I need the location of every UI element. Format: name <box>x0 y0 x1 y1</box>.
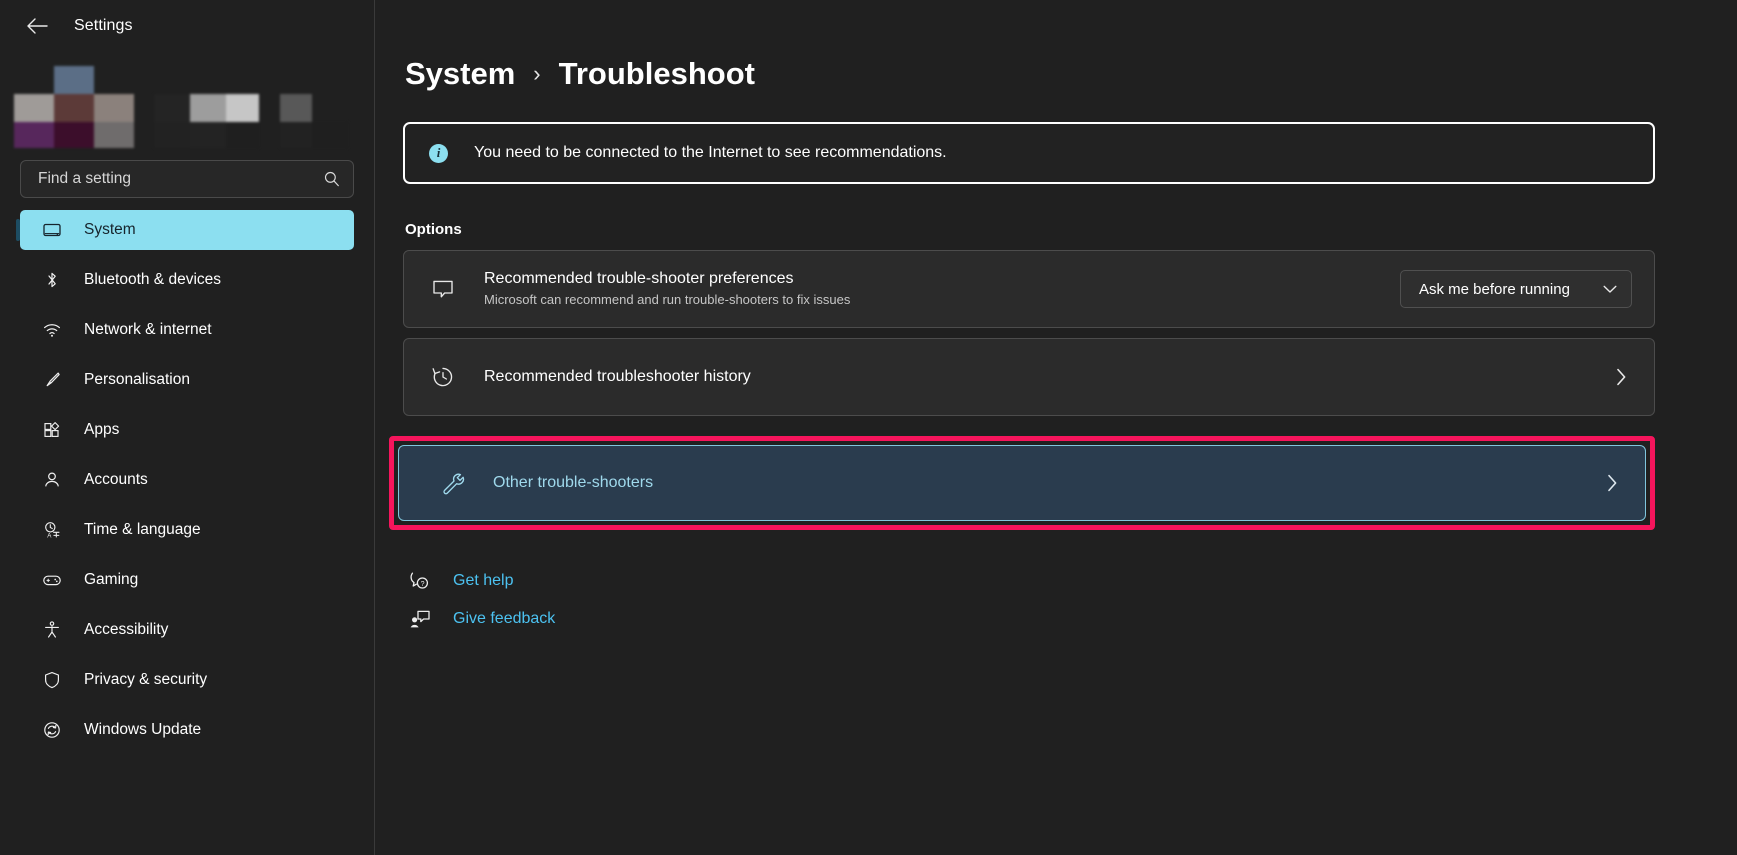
option-subtitle: Microsoft can recommend and run trouble-… <box>484 292 851 308</box>
blurred-account-text <box>280 66 390 148</box>
back-button[interactable] <box>20 9 54 43</box>
sidebar-item-privacy-security[interactable]: Privacy & security <box>20 660 354 700</box>
option-title: Recommended troubleshooter history <box>484 368 751 386</box>
blurred-avatar-pixels <box>14 66 274 148</box>
sidebar-item-label: Gaming <box>84 571 139 588</box>
gamepad-icon <box>42 570 62 590</box>
bluetooth-icon <box>42 270 62 290</box>
option-title: Other trouble-shooters <box>493 474 654 492</box>
breadcrumb-parent[interactable]: System <box>405 56 515 92</box>
option-text-block: Other trouble-shooters <box>493 472 1601 494</box>
sidebar-item-windows-update[interactable]: Windows Update <box>20 710 354 750</box>
sidebar-item-accessibility[interactable]: Accessibility <box>20 610 354 650</box>
sidebar: Settings Find a setting System Bluetooth… <box>0 0 375 855</box>
main-content: System › Troubleshoot i You need to be c… <box>375 0 1737 855</box>
sidebar-item-network-internet[interactable]: Network & internet <box>20 310 354 350</box>
highlight-annotation-box: Other trouble-shooters <box>389 436 1655 530</box>
shield-icon <box>42 670 62 690</box>
sidebar-item-system[interactable]: System <box>16 210 354 250</box>
help-bubble-icon: ? <box>409 570 431 592</box>
sidebar-item-label: Network & internet <box>84 321 212 338</box>
breadcrumb: System › Troubleshoot <box>403 56 1737 92</box>
selection-indicator <box>16 219 20 241</box>
back-arrow-icon <box>27 18 48 34</box>
sidebar-item-gaming[interactable]: Gaming <box>20 560 354 600</box>
chevron-right-icon <box>1601 474 1623 492</box>
wrench-icon <box>439 470 465 496</box>
help-links: ? Get help Give feedback <box>403 562 1655 638</box>
wifi-icon <box>42 320 62 340</box>
option-title: Recommended trouble-shooter preferences <box>484 269 794 287</box>
sidebar-item-accounts[interactable]: Accounts <box>20 460 354 500</box>
sidebar-item-label: Time & language <box>84 521 201 538</box>
page-title: Troubleshoot <box>558 56 755 91</box>
sidebar-item-label: Accessibility <box>84 621 169 638</box>
svg-text:?: ? <box>421 581 425 588</box>
search-box[interactable] <box>20 160 354 198</box>
option-row-recommended-preferences[interactable]: Recommended trouble-shooter preferences … <box>403 250 1655 328</box>
sidebar-item-label: Personalisation <box>84 371 190 388</box>
sidebar-item-bluetooth-devices[interactable]: Bluetooth & devices <box>20 260 354 300</box>
account-tile-blurred <box>0 58 374 150</box>
breadcrumb-separator-icon: › <box>533 61 541 86</box>
feedback-icon <box>409 608 431 630</box>
link-label: Get help <box>453 572 514 589</box>
option-row-troubleshooter-history[interactable]: Recommended troubleshooter history <box>403 338 1655 416</box>
clock-language-icon: A <box>42 520 62 540</box>
sidebar-item-label: Windows Update <box>84 721 202 738</box>
sidebar-item-label: Apps <box>84 421 120 438</box>
chat-bubble-icon <box>430 276 456 302</box>
search-icon[interactable] <box>323 170 341 188</box>
link-label: Give feedback <box>453 610 556 627</box>
recommended-preferences-dropdown[interactable]: Ask me before running <box>1400 270 1632 308</box>
info-banner-text: You need to be connected to the Internet… <box>474 144 947 161</box>
sidebar-item-personalisation[interactable]: Personalisation <box>20 360 354 400</box>
sidebar-item-label: Bluetooth & devices <box>84 271 222 288</box>
search-container <box>20 160 354 198</box>
sidebar-item-apps[interactable]: Apps <box>20 410 354 450</box>
info-banner: i You need to be connected to the Intern… <box>403 122 1655 184</box>
app-title: Settings <box>74 17 133 34</box>
content-column: i You need to be connected to the Intern… <box>389 122 1655 638</box>
titlebar: Settings <box>0 0 374 52</box>
option-text-block: Recommended trouble-shooter preferences … <box>484 268 1400 310</box>
sidebar-nav: System Bluetooth & devices Network & int… <box>0 210 374 750</box>
monitor-icon <box>42 220 62 240</box>
apps-grid-icon <box>42 420 62 440</box>
svg-text:A: A <box>47 533 52 540</box>
info-icon: i <box>429 143 448 163</box>
search-input[interactable] <box>36 169 323 189</box>
history-icon <box>430 364 456 390</box>
option-row-other-troubleshooters[interactable]: Other trouble-shooters <box>398 445 1646 521</box>
give-feedback-link[interactable]: Give feedback <box>409 600 555 638</box>
chevron-down-icon <box>1603 285 1617 293</box>
dropdown-selected-value: Ask me before running <box>1419 280 1570 298</box>
person-icon <box>42 470 62 490</box>
sidebar-item-label: Privacy & security <box>84 671 208 688</box>
paintbrush-icon <box>42 370 62 390</box>
sidebar-item-label: System <box>84 221 136 238</box>
sidebar-item-label: Accounts <box>84 471 148 488</box>
settings-window: Settings Find a setting System Bluetooth… <box>0 0 1737 855</box>
get-help-link[interactable]: ? Get help <box>409 562 513 600</box>
option-text-block: Recommended troubleshooter history <box>484 366 1610 388</box>
chevron-right-icon <box>1610 368 1632 386</box>
sidebar-item-time-language[interactable]: A Time & language <box>20 510 354 550</box>
update-refresh-icon <box>42 720 62 740</box>
section-title-options: Options <box>405 221 462 238</box>
accessibility-icon <box>42 620 62 640</box>
